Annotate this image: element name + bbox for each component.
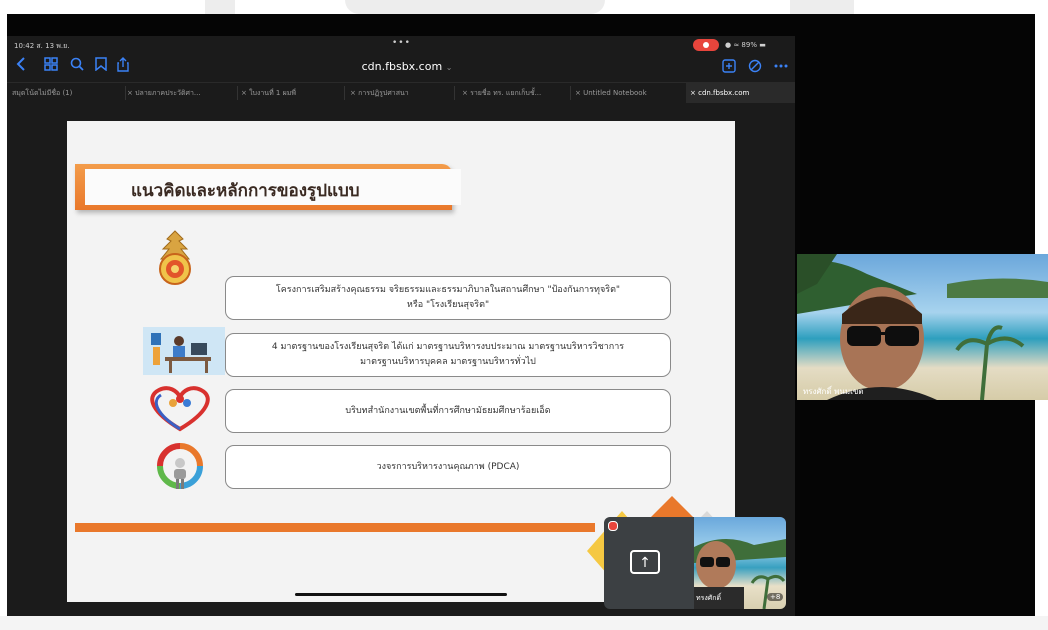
concept-text: หรือ "โรงเรียนสุจริต" <box>406 300 490 310</box>
more-icon[interactable] <box>773 58 791 74</box>
participant-name: ทรงศักดิ์ พนมเขต <box>803 387 864 396</box>
status-bar: 10:42 ส. 13 พ.ย. ••• ● ≈ 89% ▬ <box>7 36 795 54</box>
meeting-pip-window[interactable]: ↑ ทรงศักดิ์ +8 <box>604 517 786 609</box>
status-time: 10:42 ส. 13 พ.ย. <box>14 42 70 50</box>
tab-divider <box>125 86 126 100</box>
tab-divider <box>237 86 238 100</box>
watermark-shape <box>790 0 854 14</box>
tab-divider <box>344 86 345 100</box>
participant-video-image <box>797 254 1048 400</box>
watermark-shape <box>205 0 235 14</box>
back-icon[interactable] <box>16 57 26 75</box>
url-text: cdn.fbsbx.com <box>361 60 443 73</box>
slide-footer-bar <box>75 523 595 532</box>
screen-record-indicator <box>693 39 719 51</box>
share-screen-icon[interactable]: ↑ <box>630 550 660 574</box>
concept-text: มาตรฐานบริหารบุคคล มาตรฐานบริหารทั่วไป <box>360 357 536 367</box>
heart-logo-icon <box>143 385 217 437</box>
pip-participant-name: ทรงศักดิ์ <box>696 594 722 602</box>
concept-text: โครงการเสริมสร้างคุณธรรม จริยธรรมและธรรม… <box>275 285 621 295</box>
watermark-shape <box>345 0 605 14</box>
tab-divider <box>570 86 571 100</box>
concept-box-1: โครงการเสริมสร้างคุณธรรม จริยธรรมและธรรม… <box>225 276 671 320</box>
search-icon[interactable] <box>70 57 84 75</box>
address-bar[interactable]: cdn.fbsbx.com ⌄ <box>352 60 462 73</box>
tab-item[interactable]: × ปลายภาคประวัติศา... <box>127 83 235 103</box>
chevron-down-icon: ⌄ <box>445 63 453 72</box>
pdca-cycle-icon <box>157 443 203 497</box>
tab-bar: สมุดโน้ตไม่มีชื่อ (1) × ปลายภาคประวัติศา… <box>7 82 795 103</box>
concept-text: บริบทสำนักงานเขตพื้นที่การศึกษามัธยมศึกษ… <box>345 405 551 416</box>
office-worker-icon <box>143 327 225 379</box>
slide-title: แนวคิดและหลักการของรูปแบบ <box>131 181 360 201</box>
new-tab-icon[interactable] <box>722 58 740 74</box>
concept-box-2: 4 มาตรฐานของโรงเรียนสุจริต ได้แก่ มาตรฐา… <box>225 333 671 377</box>
grid-icon[interactable] <box>44 57 58 75</box>
concept-text: วงจรการบริหารงานคุณภาพ (PDCA) <box>376 461 520 472</box>
tab-item[interactable]: × Untitled Notebook <box>575 83 683 103</box>
school-emblem-icon <box>153 229 197 291</box>
tab-item-active[interactable]: × cdn.fbsbx.com <box>686 83 795 103</box>
tab-divider <box>454 86 455 100</box>
pip-participant-video[interactable]: ทรงศักดิ์ +8 <box>694 517 786 609</box>
share-icon[interactable] <box>117 57 129 76</box>
participant-video-tile[interactable]: ทรงศักดิ์ พนมเขต <box>797 254 1048 400</box>
tab-item[interactable]: × การปฏิรูปศาสนา <box>350 83 450 103</box>
title-banner: แนวคิดและหลักการของรูปแบบ <box>75 164 461 210</box>
pip-more-participants[interactable]: +8 <box>767 593 784 601</box>
tab-item[interactable]: × รายชื่อ ทร. แยกเก็บชั้... <box>462 83 567 103</box>
tracker-icon[interactable] <box>748 58 766 74</box>
tab-item[interactable]: × ใบงานที่ 1 ผมพี่ <box>241 83 341 103</box>
battery-status: ● ≈ 89% ▬ <box>725 41 766 49</box>
home-indicator[interactable] <box>295 593 507 596</box>
ipad-browser: 10:42 ส. 13 พ.ย. ••• ● ≈ 89% ▬ cdn.fbsbx… <box>7 36 795 616</box>
recording-dot-icon <box>608 521 618 531</box>
title-banner-inner: แนวคิดและหลักการของรูปแบบ <box>85 169 461 205</box>
concept-text: 4 มาตรฐานของโรงเรียนสุจริต ได้แก่ มาตรฐา… <box>271 342 625 352</box>
browser-toolbar: cdn.fbsbx.com ⌄ <box>7 54 795 82</box>
watermark-shape <box>0 616 1048 630</box>
tab-item[interactable]: สมุดโน้ตไม่มีชื่อ (1) <box>12 83 122 103</box>
multitask-dots[interactable]: ••• <box>392 38 411 48</box>
bookmark-icon[interactable] <box>95 57 107 75</box>
concept-box-3: บริบทสำนักงานเขตพื้นที่การศึกษามัธยมศึกษ… <box>225 389 671 433</box>
